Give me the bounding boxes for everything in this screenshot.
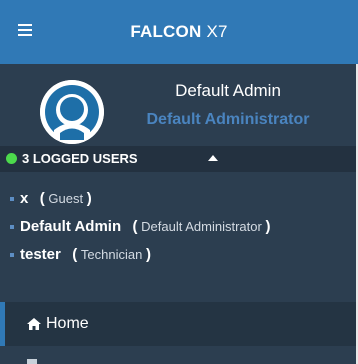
close-paren: ) bbox=[145, 246, 151, 263]
nav-item-next[interactable] bbox=[0, 346, 356, 364]
caret-up-icon bbox=[208, 155, 218, 161]
bullet-icon bbox=[10, 197, 14, 201]
close-paren: ) bbox=[86, 190, 92, 207]
nav-home-label: Home bbox=[46, 315, 89, 332]
logged-user-name: Default Admin bbox=[20, 218, 122, 235]
logged-users-toggle[interactable]: 3 LOGGED USERS bbox=[0, 146, 356, 172]
sidebar: FALCON X7 Default Admin Default Administr… bbox=[0, 0, 358, 364]
logged-user-role: Default Administrator bbox=[141, 219, 262, 234]
logged-user-name: x bbox=[20, 190, 29, 207]
open-paren: ( bbox=[39, 190, 45, 207]
open-paren: ( bbox=[72, 246, 78, 263]
home-icon bbox=[27, 318, 41, 330]
menu-item-icon bbox=[27, 359, 37, 364]
logged-users-label: 3 LOGGED USERS bbox=[22, 151, 138, 166]
current-user-role: Default Administrator bbox=[146, 111, 310, 128]
brand-name: FALCON bbox=[130, 22, 202, 41]
list-item[interactable]: Default Admin ( Default Administrator ) bbox=[0, 216, 356, 244]
top-bar: FALCON X7 bbox=[0, 0, 358, 64]
logged-user-name: tester bbox=[20, 246, 61, 263]
bullet-icon bbox=[10, 225, 14, 229]
brand-title[interactable]: FALCON X7 bbox=[0, 0, 358, 64]
logged-user-role: Technician bbox=[80, 247, 143, 262]
open-paren: ( bbox=[132, 218, 138, 235]
list-item[interactable]: x ( Guest ) bbox=[0, 188, 356, 216]
bullet-icon bbox=[10, 253, 14, 257]
current-user-name: Default Admin bbox=[175, 81, 281, 100]
online-dot-icon bbox=[6, 153, 17, 164]
brand-model: X7 bbox=[206, 22, 228, 41]
user-avatar-icon bbox=[40, 80, 104, 144]
logged-user-role: Guest bbox=[48, 191, 84, 206]
list-item[interactable]: tester ( Technician ) bbox=[0, 244, 356, 272]
close-paren: ) bbox=[265, 218, 271, 235]
nav-item-home[interactable]: Home bbox=[0, 302, 356, 346]
